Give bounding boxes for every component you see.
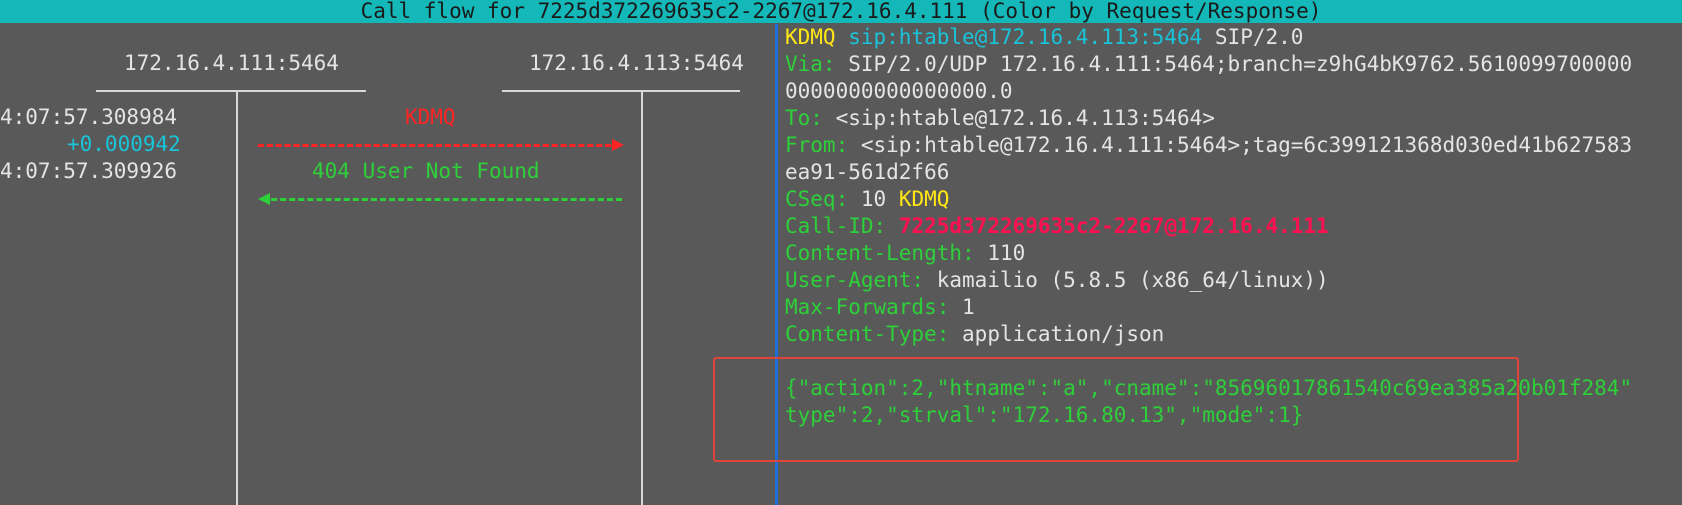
- cseq-label: CSeq:: [785, 187, 849, 211]
- content-length-value: 110: [987, 241, 1026, 265]
- max-forwards-header: Max-Forwards: 1: [785, 294, 975, 321]
- callid-label: Call-ID:: [785, 214, 887, 238]
- content-type-header: Content-Type: application/json: [785, 321, 1164, 348]
- host-left-underline: [96, 90, 366, 92]
- from-label: From:: [785, 133, 849, 157]
- request-method: KDMQ: [785, 25, 836, 49]
- host-left-label: 172.16.4.111:5464: [124, 51, 339, 75]
- request-uri: sip:htable@172.16.4.113:5464: [848, 25, 1203, 49]
- host-left-lifeline: [236, 92, 238, 505]
- window-title-bar: Call flow for 7225d372269635c2-2267@172.…: [0, 0, 1682, 23]
- via-continuation: 0000000000000000.0: [785, 79, 1013, 103]
- to-header: To: <sip:htable@172.16.4.113:5464>: [785, 105, 1215, 132]
- from-value: <sip:htable@172.16.4.111:5464>;tag=6c399…: [860, 133, 1633, 157]
- request-arrow: [258, 139, 624, 151]
- content-length-header: Content-Length: 110: [785, 240, 1025, 267]
- to-value: <sip:htable@172.16.4.113:5464>: [835, 106, 1215, 130]
- cseq-header: CSeq: 10 KDMQ: [785, 186, 949, 213]
- max-forwards-value: 1: [962, 295, 975, 319]
- via-header: Via: SIP/2.0/UDP 172.16.4.111:5464;branc…: [785, 51, 1632, 78]
- from-header: From: <sip:htable@172.16.4.111:5464>;tag…: [785, 132, 1632, 159]
- content-type-value: application/json: [962, 322, 1165, 346]
- response-label: 404 User Not Found: [312, 159, 540, 183]
- host-right-label: 172.16.4.113:5464: [529, 51, 744, 75]
- request-line: KDMQ sip:htable@172.16.4.113:5464 SIP/2.…: [785, 24, 1303, 51]
- host-right-lifeline: [641, 92, 643, 505]
- user-agent-header: User-Agent: kamailio (5.8.5 (x86_64/linu…: [785, 267, 1329, 294]
- user-agent-value: kamailio (5.8.5 (x86_64/linux)): [936, 268, 1329, 292]
- content-length-label: Content-Length:: [785, 241, 975, 265]
- timestamp-response: 4:07:57.309926: [0, 159, 178, 183]
- response-arrow: [258, 193, 622, 205]
- time-delta: +0.000942: [67, 132, 181, 156]
- user-agent-label: User-Agent:: [785, 268, 925, 292]
- callid-value: 7225d372269635c2-2267@172.16.4.111: [898, 214, 1329, 238]
- cseq-number: 10: [860, 187, 887, 211]
- message-body-highlight-box: [713, 357, 1519, 462]
- sip-version: SIP/2.0: [1214, 25, 1304, 49]
- to-label: To:: [785, 106, 823, 130]
- via-label: Via:: [785, 52, 836, 76]
- host-right-underline: [502, 90, 740, 92]
- max-forwards-label: Max-Forwards:: [785, 295, 950, 319]
- from-continuation: ea91-561d2f66: [785, 160, 950, 184]
- via-value: SIP/2.0/UDP 172.16.4.111:5464;branch=z9h…: [848, 52, 1633, 76]
- timestamp-request: 4:07:57.308984: [0, 105, 178, 129]
- callid-header: Call-ID: 7225d372269635c2-2267@172.16.4.…: [785, 213, 1329, 240]
- request-label: KDMQ: [405, 105, 456, 129]
- cseq-method: KDMQ: [898, 187, 950, 211]
- content-type-label: Content-Type:: [785, 322, 950, 346]
